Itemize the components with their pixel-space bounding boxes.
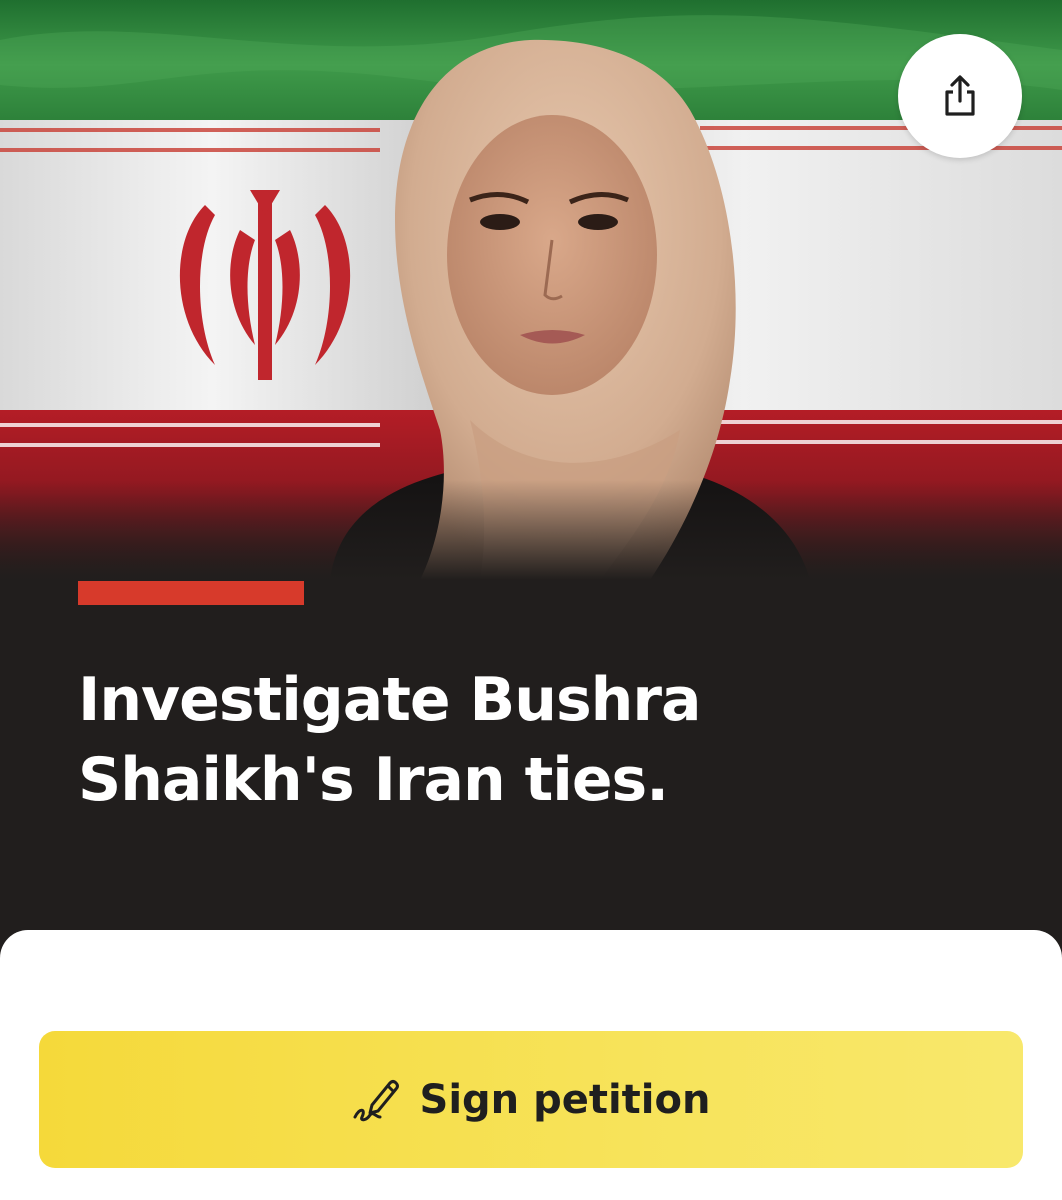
share-button[interactable]: [898, 34, 1022, 158]
petition-page: Investigate Bushra Shaikh's Iran ties. S…: [0, 0, 1062, 1200]
headline-line-2: Shaikh's Iran ties.: [78, 745, 669, 815]
sign-petition-button[interactable]: Sign petition: [39, 1031, 1023, 1168]
share-icon: [940, 74, 980, 118]
pen-signature-icon: [352, 1077, 402, 1123]
sign-petition-label: Sign petition: [419, 1076, 711, 1123]
petition-headline: Investigate Bushra Shaikh's Iran ties.: [78, 660, 978, 820]
accent-bar: [78, 581, 304, 605]
headline-line-1: Investigate Bushra: [78, 665, 701, 735]
